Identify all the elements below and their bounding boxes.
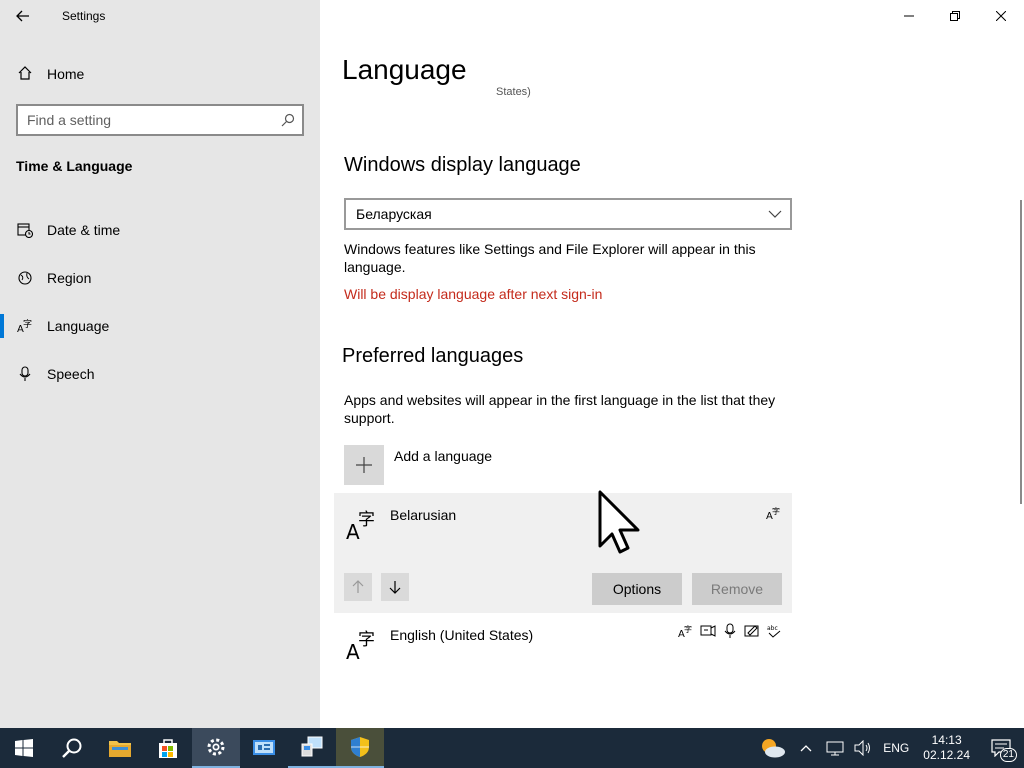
svg-text:abc: abc (767, 625, 778, 632)
volume-icon (854, 740, 871, 756)
display-language-dropdown[interactable]: Беларуская (344, 198, 792, 230)
control-panel-icon (253, 740, 275, 755)
search-input[interactable] (18, 112, 274, 128)
preferred-languages-description: Apps and websites will appear in the fir… (344, 392, 776, 426)
arrow-down-icon (389, 581, 401, 594)
windows-logo-icon (15, 739, 33, 757)
plus-icon (344, 445, 384, 485)
clock-date: 02.12.24 (923, 748, 970, 762)
taskbar: ENG 14:13 02.12.24 21 (0, 728, 1024, 768)
search-box[interactable] (16, 104, 304, 136)
settings-sidebar: Settings Home Time & Language Date & tim… (0, 0, 320, 728)
back-button[interactable] (0, 0, 46, 32)
network-button[interactable] (821, 728, 849, 768)
back-arrow-icon (16, 10, 29, 22)
scrollbar[interactable] (1020, 200, 1022, 504)
display-language-warning: Will be display language after next sign… (344, 286, 603, 302)
text-to-speech-icon (700, 625, 716, 637)
system-tray: ENG 14:13 02.12.24 21 (753, 728, 1024, 768)
search-taskbar-button[interactable] (48, 728, 96, 768)
section-heading: Time & Language (16, 158, 133, 174)
add-language-button[interactable]: Add a language (344, 444, 493, 485)
store-icon (159, 739, 177, 758)
svg-text:字: 字 (772, 506, 780, 516)
security-app-button[interactable] (336, 728, 384, 768)
language-icon: A字 (346, 630, 375, 661)
show-hidden-icons-button[interactable] (791, 728, 821, 768)
store-button[interactable] (144, 728, 192, 768)
nav-item-label: Region (47, 270, 92, 286)
nav-item-date-time[interactable]: Date & time (0, 206, 320, 254)
svg-text:字: 字 (23, 318, 32, 330)
svg-text:字: 字 (684, 624, 692, 634)
nav-home[interactable]: Home (0, 56, 320, 92)
start-button[interactable] (0, 728, 48, 768)
language-name: English (United States) (390, 627, 534, 643)
network-icon (826, 741, 844, 756)
display-language-heading: Windows display language (344, 154, 581, 176)
add-language-label: Add a language (394, 448, 493, 464)
control-panel-button[interactable] (240, 728, 288, 768)
input-language-indicator[interactable]: ENG (877, 728, 915, 768)
display-language-icon: A字 (678, 624, 692, 639)
move-up-button[interactable] (344, 573, 372, 601)
language-features: A字 (766, 505, 782, 521)
language-icon: A字 (0, 318, 47, 334)
display-language-description: Windows features like Settings and File … (344, 241, 756, 275)
dropdown-value: Беларуская (356, 206, 432, 222)
nav-item-label: Language (47, 318, 110, 334)
nav-home-label: Home (47, 66, 85, 82)
titlebar: Settings (0, 0, 320, 32)
settings-taskbar-button[interactable] (192, 728, 240, 768)
shield-icon (351, 737, 369, 757)
notification-count-badge: 21 (999, 748, 1017, 762)
spellcheck-icon: abc (767, 625, 781, 638)
nav-item-language[interactable]: A字 Language (0, 302, 320, 350)
options-button[interactable]: Options (592, 573, 682, 605)
language-icon: A字 (346, 510, 375, 541)
svg-text:字: 字 (358, 510, 375, 530)
chevron-up-icon (800, 745, 812, 752)
arrow-up-icon (352, 580, 364, 593)
file-explorer-button[interactable] (96, 728, 144, 768)
globe-icon (0, 270, 47, 286)
nav-item-label: Date & time (47, 222, 121, 238)
handwriting-icon (744, 625, 759, 637)
network-app-button[interactable] (288, 728, 336, 768)
nav-list: Date & time Region A字 Language Speech (0, 206, 320, 398)
weather-button[interactable] (753, 728, 791, 768)
clock[interactable]: 14:13 02.12.24 (915, 728, 978, 768)
preferred-languages-heading: Preferred languages (342, 345, 524, 367)
nav-item-label: Speech (47, 366, 95, 382)
page-title: Language (342, 54, 467, 85)
main-content: Language States) Windows display languag… (320, 0, 1024, 728)
app-title: Settings (62, 9, 106, 23)
language-features: A字 abc (678, 623, 782, 639)
language-item-belarusian[interactable]: A字 Belarusian A字 Options Remove (334, 493, 792, 613)
chevron-down-icon (768, 210, 782, 218)
home-icon (0, 65, 47, 84)
remove-button[interactable]: Remove (692, 573, 782, 605)
date-time-icon (0, 222, 47, 238)
nav-item-region[interactable]: Region (0, 254, 320, 302)
svg-text:字: 字 (358, 630, 375, 650)
search-icon (62, 738, 82, 758)
language-item-english[interactable]: A字 English (United States) A字 abc (334, 613, 792, 673)
move-down-button[interactable] (381, 573, 409, 601)
speech-recognition-icon (724, 623, 736, 638)
clipped-text: States) (496, 86, 531, 98)
gear-icon (207, 738, 225, 756)
mouse-cursor-icon (598, 490, 640, 554)
volume-button[interactable] (849, 728, 877, 768)
folder-icon (109, 741, 131, 757)
weather-icon (762, 739, 786, 758)
microphone-icon (0, 366, 47, 382)
computer-icon (301, 736, 323, 757)
search-icon[interactable] (274, 113, 302, 127)
display-language-icon: A字 (766, 506, 780, 521)
nav-item-speech[interactable]: Speech (0, 350, 320, 398)
language-name: Belarusian (390, 507, 457, 523)
clock-time: 14:13 (931, 733, 962, 747)
action-center-button[interactable]: 21 (978, 728, 1024, 768)
